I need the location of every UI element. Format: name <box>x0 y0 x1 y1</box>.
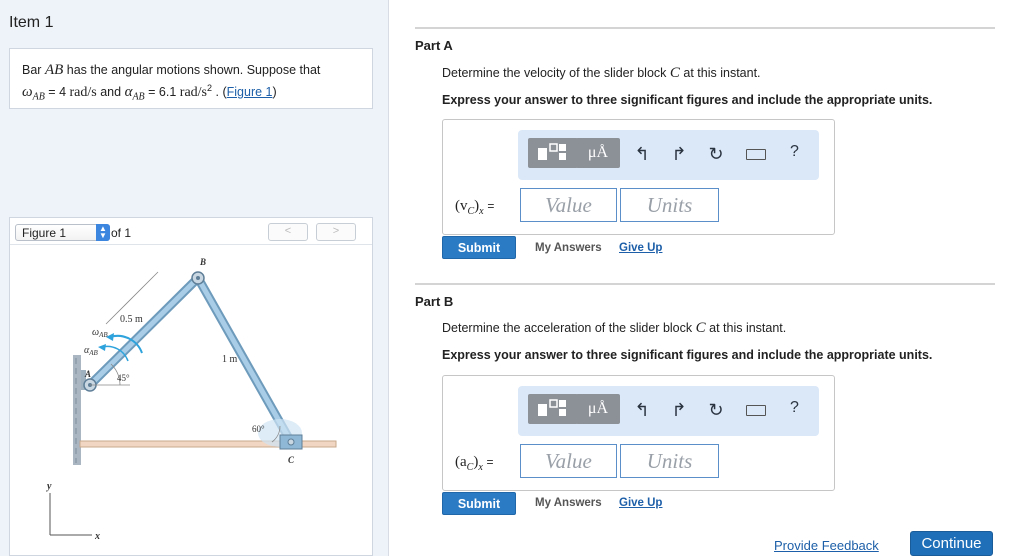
label-length-bc: 1 m <box>222 354 238 365</box>
keyboard-icon[interactable] <box>746 149 766 160</box>
figure-header: Figure 1 ▲ ▼ of 1 < > <box>10 218 372 245</box>
reset-icon[interactable]: ↻ <box>706 144 726 165</box>
label-length-ab: 0.5 m <box>120 314 143 325</box>
pin-c <box>287 438 295 446</box>
part-a-instructions: Express your answer to three significant… <box>442 93 933 107</box>
part-b-value-input[interactable]: Value <box>520 444 617 478</box>
figure-select-label: Figure 1 <box>22 226 67 240</box>
pin-b-center <box>196 276 200 280</box>
part-b-answer-label: (aC)x = <box>455 454 494 473</box>
figure-select[interactable]: Figure 1 ▲ ▼ <box>15 224 110 241</box>
part-a-submit-button[interactable]: Submit <box>442 236 516 259</box>
bar-bc-highlight <box>195 275 294 445</box>
problem-text-mid: has the angular motions shown. Suppose t… <box>66 63 321 77</box>
part-a-answer-label: (vC)x = <box>455 198 495 217</box>
omega-unit: rad/s <box>69 85 97 101</box>
label-b: B <box>199 257 206 267</box>
alpha-subscript: AB <box>132 91 145 103</box>
label-a: A <box>84 369 91 379</box>
omega-subscript: AB <box>32 91 45 103</box>
mechanism-diagram: B 0.5 m ωAB αAB A 45° 1 m 60° C y x <box>46 257 337 542</box>
undo-icon[interactable]: ↰ <box>632 144 652 165</box>
problem-statement: Bar AB has the angular motions shown. Su… <box>9 48 373 109</box>
label-x: x <box>94 531 100 542</box>
label-c: C <box>288 455 295 465</box>
wall-support <box>73 355 81 465</box>
alpha-value: = 6.1 <box>148 85 177 100</box>
help-icon[interactable]: ? <box>790 399 799 417</box>
part-b-toolbar: μÅ ↰ ↱ ↻ ? <box>518 386 819 436</box>
bar-name: AB <box>44 62 64 78</box>
part-a-title: Part A <box>415 38 453 53</box>
prev-figure-button[interactable]: < <box>268 223 308 241</box>
units-icon[interactable]: μÅ <box>576 394 620 424</box>
part-a-toolbar: μÅ ↰ ↱ ↻ ? <box>518 130 819 180</box>
label-omega: ωAB <box>92 327 108 339</box>
part-a-my-answers[interactable]: My Answers <box>535 242 602 254</box>
undo-icon[interactable]: ↰ <box>632 400 652 421</box>
figure-count: of 1 <box>111 226 132 240</box>
part-a-units-input[interactable]: Units <box>620 188 719 222</box>
provide-feedback-link[interactable]: Provide Feedback <box>774 538 879 553</box>
problem-panel: Item 1 Bar AB has the angular motions sh… <box>0 0 389 556</box>
omega-symbol: ω <box>22 84 33 101</box>
keyboard-icon[interactable] <box>746 405 766 416</box>
and-text: and <box>100 85 122 100</box>
part-b-units-input[interactable]: Units <box>620 444 719 478</box>
alpha-arrowhead-icon <box>98 344 106 351</box>
part-b-prompt: Determine the acceleration of the slider… <box>442 320 787 336</box>
select-arrows-icon: ▲ ▼ <box>96 224 110 241</box>
alpha-unit-exponent: 2 <box>207 83 213 93</box>
item-title: Item 1 <box>9 14 54 31</box>
part-b-my-answers[interactable]: My Answers <box>535 497 602 509</box>
part-a-answer-box: μÅ ↰ ↱ ↻ ? (vC)x = Value Units <box>442 119 835 235</box>
part-a-prompt: Determine the velocity of the slider blo… <box>442 65 761 81</box>
problem-text-pre: Bar <box>22 63 42 77</box>
reset-icon[interactable]: ↻ <box>706 400 726 421</box>
label-y: y <box>46 481 52 492</box>
label-alpha: αAB <box>84 345 99 357</box>
part-b-answer-box: μÅ ↰ ↱ ↻ ? (aC)x = Value Units <box>442 375 835 491</box>
continue-button[interactable]: Continue <box>910 531 993 556</box>
templates-icon[interactable] <box>528 138 578 168</box>
period: . <box>215 85 219 100</box>
label-angle-60: 60° <box>252 424 265 434</box>
part-a-give-up-link[interactable]: Give Up <box>619 242 662 254</box>
help-icon[interactable]: ? <box>790 143 799 161</box>
omega-value: = 4 <box>48 85 67 100</box>
label-angle-45: 45° <box>117 373 130 383</box>
part-b-title: Part B <box>415 294 454 309</box>
figure-link-close: ) <box>272 85 277 100</box>
units-icon[interactable]: μÅ <box>576 138 620 168</box>
figure-link[interactable]: Figure 1 <box>227 85 273 99</box>
answer-panel: Part A Determine the velocity of the sli… <box>389 0 1024 556</box>
figure-panel: Figure 1 ▲ ▼ of 1 < > B 0.5 m ωAB αAB A … <box>9 217 373 556</box>
part-b-submit-button[interactable]: Submit <box>442 492 516 515</box>
redo-icon[interactable]: ↱ <box>669 144 689 165</box>
part-b-instructions: Express your answer to three significant… <box>442 348 933 362</box>
redo-icon[interactable]: ↱ <box>669 400 689 421</box>
next-figure-button[interactable]: > <box>316 223 356 241</box>
top-divider <box>415 27 995 29</box>
alpha-unit: rad/s <box>179 85 207 101</box>
part-b-give-up-link[interactable]: Give Up <box>619 497 662 509</box>
templates-icon[interactable] <box>528 394 578 424</box>
part-a-value-input[interactable]: Value <box>520 188 617 222</box>
part-divider <box>415 283 995 285</box>
